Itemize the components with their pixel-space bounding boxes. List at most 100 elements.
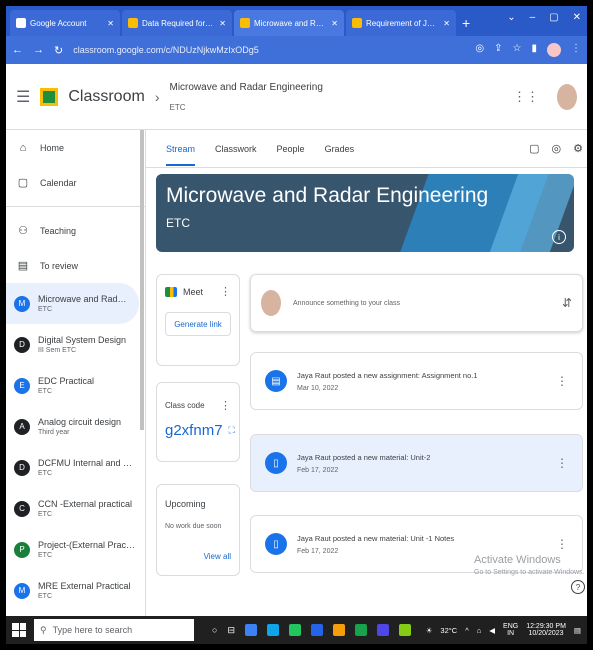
clock[interactable]: 12:29:30 PM 10/20/2023 [526,623,566,637]
announce-placeholder[interactable]: Announce something to your class [293,300,550,307]
course-avatar: E [14,377,30,394]
volume-icon[interactable]: ◀ [489,626,495,635]
app-icon[interactable] [244,624,257,636]
browser-menu-icon[interactable]: ⋮ [571,43,581,57]
lang-indicator[interactable]: ENG IN [503,623,518,637]
post-more-icon[interactable]: ⋮ [556,456,568,470]
sidebar-course-item[interactable]: E EDC Practical ETC [6,365,145,406]
class-code-more-icon[interactable]: ⋮ [220,399,231,412]
sidebar-item-home[interactable]: ⌂ Home [6,130,145,165]
classroom-logo[interactable] [40,87,59,106]
course-subtitle: III Sem ETC [38,347,77,354]
header-actions: ⋮⋮ [513,83,577,110]
info-icon[interactable]: i [552,230,566,244]
sidebar-item-teaching[interactable]: ⚇ Teaching [6,213,145,248]
course-title: Microwave and Radar Engi... [38,294,131,304]
network-icon[interactable]: ⌂ [477,626,482,635]
windows-start-icon[interactable] [12,623,26,637]
sidebar-course-item[interactable]: D DCFMU Internal and Exter... ETC [6,447,145,488]
taskbar-search[interactable]: ⚲ Type here to search [34,619,194,641]
post-more-icon[interactable]: ⋮ [556,537,568,551]
tray-overflow-icon[interactable]: ^ [465,626,469,635]
close-window-icon[interactable]: ✕ [573,12,581,23]
classroom-brand[interactable]: Classroom [68,88,144,106]
meet-more-icon[interactable]: ⋮ [220,285,231,298]
store-icon[interactable] [288,624,301,636]
drive-folder-icon[interactable]: ◎ [552,142,562,155]
post-more-icon[interactable]: ⋮ [556,374,568,388]
tab-close-icon[interactable]: ✕ [443,19,450,28]
calendar-icon[interactable]: ▢ [529,142,539,155]
tab-close-icon[interactable]: ✕ [331,19,338,28]
chrome-icon[interactable] [332,624,345,636]
sidebar-item-calendar[interactable]: ▢ Calendar [6,165,145,200]
browser-tab[interactable]: Microwave and Radar Engineer ✕ [234,10,344,36]
generate-link-button[interactable]: Generate link [165,312,231,336]
browser-profile-avatar[interactable] [547,43,561,57]
word-icon[interactable] [310,624,323,636]
tab-people[interactable]: People [277,144,305,154]
fullscreen-icon[interactable]: ⛶ [229,425,235,436]
material-icon: ▯ [265,533,287,555]
repost-icon[interactable]: ⇵ [562,296,572,310]
tab-search-icon[interactable]: ⌄ [507,12,515,23]
share-icon[interactable]: ⇪ [494,43,502,57]
sidebar-course-item[interactable]: C CCN -External practical ETC [6,488,145,529]
account-avatar[interactable] [557,83,577,110]
breadcrumb: Microwave and Radar Engineering ETC [169,82,322,112]
bookmark-star-icon[interactable]: ☆ [513,43,522,57]
tab-close-icon[interactable]: ✕ [219,19,226,28]
main-menu-icon[interactable]: ☰ [16,87,30,107]
stream-post[interactable]: ▯ Jaya Raut posted a new material: Unit-2… [250,434,583,492]
excel-icon[interactable] [354,624,367,636]
course-title: Project-(External Practical) [38,540,137,550]
forward-icon[interactable]: → [33,44,44,56]
google-apps-icon[interactable]: ⋮⋮ [513,89,539,105]
google-lens-icon[interactable]: ◎ [475,43,484,57]
sidebar-course-item[interactable]: P Project-(External Practical) ETC [6,529,145,570]
minimize-icon[interactable]: – [530,12,536,23]
tab-close-icon[interactable]: ✕ [107,19,114,28]
watermark-line-1: Activate Windows [474,554,561,566]
settings-gear-icon[interactable]: ⚙ [573,142,583,155]
reload-icon[interactable]: ↻ [54,44,63,57]
app3-icon[interactable] [398,624,411,636]
tab-classwork[interactable]: Classwork [215,144,257,154]
sidebar-course-item[interactable]: A Analog circuit design Third year [6,406,145,447]
browser-tab[interactable]: Data Required for Criteria 6.2.1✕ [122,10,232,36]
sidebar-course-item[interactable]: M MRE External Practical ETC [6,570,145,611]
sidebar-item-to-review[interactable]: ▤ To review [6,248,145,283]
cortana-icon[interactable]: ○ [212,625,217,635]
post-title: Jaya Raut posted a new material: Unit -1… [297,533,455,543]
class-code-row: g2xfnm7 ⛶ [157,412,239,439]
search-icon: ⚲ [40,624,47,635]
breadcrumb-course-title[interactable]: Microwave and Radar Engineering [169,82,322,93]
announce-box[interactable]: Announce something to your class ⇵ [250,274,583,332]
task-view-icon[interactable]: ⊟ [227,625,235,636]
sidebar-course-item[interactable]: M Microwave and Radar Engi... ETC [6,283,139,324]
stream-post[interactable]: ▤ Jaya Raut posted a new assignment: Assi… [250,352,583,410]
weather-text[interactable]: 32°C [440,626,457,635]
watermark-line-2: Go to Settings to activate Windows. [474,569,585,576]
sidebar-scrollbar[interactable] [140,130,144,430]
browser-tab[interactable]: Google Account ✕ [10,10,120,36]
maximize-icon[interactable]: ▢ [549,12,558,23]
notifications-icon[interactable]: ▤ [574,626,581,635]
tab-grades[interactable]: Grades [325,144,355,154]
tab-stream[interactable]: Stream [166,132,196,166]
view-all-link[interactable]: View all [204,552,231,561]
browser-tab[interactable]: Requirement of Journal Publicati ✕ [346,10,456,36]
user-avatar [261,290,281,316]
main-scrollbar[interactable] [589,184,593,534]
course-subtitle: ETC [38,306,52,313]
new-tab-button[interactable]: + [462,15,470,31]
sidepanel-icon[interactable]: ▮ [531,43,537,57]
class-code-label: Class code [165,401,205,410]
help-icon[interactable]: ? [571,580,585,594]
back-icon[interactable]: ← [12,44,23,56]
sidebar-course-item[interactable]: D Digital System Design III Sem ETC [6,324,145,365]
weather-icon[interactable]: ☀ [426,626,433,635]
url-field[interactable]: classroom.google.com/c/NDUzNjkwMzIxODg5 [73,45,465,55]
edge-icon[interactable] [266,624,279,636]
app2-icon[interactable] [376,624,389,636]
